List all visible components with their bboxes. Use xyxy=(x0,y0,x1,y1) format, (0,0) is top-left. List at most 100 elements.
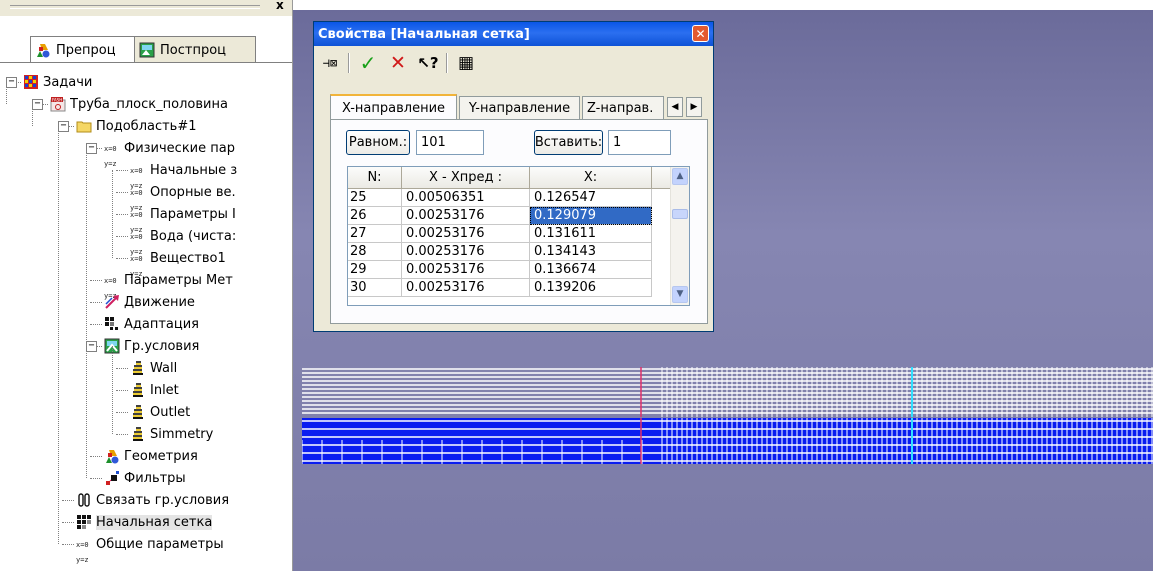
tab-z-direction[interactable]: Z-направ. xyxy=(582,96,664,120)
tab-y-direction[interactable]: Y-направление xyxy=(459,96,580,120)
table-cell[interactable]: 0.139206 xyxy=(530,279,652,297)
pin-button[interactable]: ⊣⊠ xyxy=(318,52,342,74)
tree-node[interactable]: Outlet xyxy=(130,402,190,422)
tree-guide-line xyxy=(32,104,33,126)
tree-node[interactable]: x=0 y=z Вода (чиста: xyxy=(130,226,237,256)
table-cell[interactable]: 0.134143 xyxy=(530,243,652,261)
tree-node-label: Геометрия xyxy=(124,448,198,464)
tree-node[interactable]: Simmetry xyxy=(130,424,213,444)
table-cell[interactable]: 26 xyxy=(348,207,402,225)
tree-connector xyxy=(116,192,128,193)
table-cell[interactable]: 27 xyxy=(348,225,402,243)
tree-node-label: Параметры Мет xyxy=(124,272,233,288)
panel-close-button[interactable]: x xyxy=(276,0,284,12)
apply-button[interactable]: ✓ xyxy=(356,51,380,75)
tree-node[interactable]: x=0 y=z Вещество1 xyxy=(130,248,226,278)
grid-dots-icon: ▦ xyxy=(457,53,475,73)
filter-icon xyxy=(104,470,120,486)
uniform-button[interactable]: Равном.: xyxy=(346,130,410,155)
tree-node[interactable]: Подобласть#1 xyxy=(76,116,197,136)
nodes-table[interactable]: N: X - Xпред : X: 25 0.00506351 0.126547 26… xyxy=(347,166,690,306)
tree-node[interactable]: Фильтры xyxy=(104,468,186,488)
uniform-count-input[interactable]: 101 xyxy=(416,130,484,155)
table-cell[interactable]: 0.00253176 xyxy=(402,279,530,297)
table-cell[interactable]: 0.00253176 xyxy=(402,225,530,243)
table-cell[interactable]: 0.126547 xyxy=(530,189,652,207)
tree-node[interactable]: FASH Труба_плоск_половина xyxy=(50,94,228,114)
tree-node[interactable]: x=0 y=z Физические пар xyxy=(104,138,235,168)
tree-node[interactable]: Начальная сетка xyxy=(76,512,213,532)
insert-count-input[interactable]: 1 xyxy=(608,130,671,155)
tree-node[interactable]: Inlet xyxy=(130,380,179,400)
tab-preproc[interactable]: Препроц xyxy=(30,36,140,63)
help-button[interactable]: ↖? xyxy=(416,52,440,74)
tree-node-label: Связать гр.условия xyxy=(96,492,230,508)
tree-node[interactable]: x=0 y=z Параметры Мет xyxy=(104,270,233,300)
project-tree-panel: x Препроц Постпроц − Задачи − FASH Труба_пло… xyxy=(0,0,293,571)
table-cell[interactable]: 25 xyxy=(348,189,402,207)
table-cell[interactable]: 0.131611 xyxy=(530,225,652,243)
table-row[interactable]: 26 0.00253176 0.129079 xyxy=(348,207,670,225)
table-row[interactable]: 30 0.00253176 0.139206 xyxy=(348,279,670,297)
tree-node[interactable]: x=0 y=z Опорные ве. xyxy=(130,182,236,212)
tree-node-label: Опорные ве. xyxy=(150,184,236,200)
table-row[interactable]: 25 0.00506351 0.126547 xyxy=(348,189,670,207)
tree-node-label: Физические пар xyxy=(124,140,235,156)
dialog-title-bar[interactable]: Свойства [Начальная сетка] ✕ xyxy=(314,22,713,46)
table-cell[interactable]: 0.00253176 xyxy=(402,243,530,261)
table-row[interactable]: 28 0.00253176 0.134143 xyxy=(348,243,670,261)
table-cell[interactable]: 30 xyxy=(348,279,402,297)
table-cell[interactable]: 0.00253176 xyxy=(402,261,530,279)
tree-node[interactable]: Связать гр.условия xyxy=(76,490,229,510)
tree-node-label: Начальная сетка xyxy=(96,514,213,530)
tab-x-direction[interactable]: X-направление xyxy=(330,94,457,120)
tab-scroll-left-button[interactable]: ◀ xyxy=(667,97,683,117)
table-row[interactable]: 27 0.00253176 0.131611 xyxy=(348,225,670,243)
tree-node[interactable]: Геометрия xyxy=(104,446,198,466)
tree-node[interactable]: Адаптация xyxy=(104,314,199,334)
shapes-icon xyxy=(35,42,51,58)
table-cell[interactable]: 28 xyxy=(348,243,402,261)
table-row[interactable]: 29 0.00253176 0.136674 xyxy=(348,261,670,279)
column-header-dx[interactable]: X - Xпред : xyxy=(402,167,530,189)
column-header-x[interactable]: X: xyxy=(530,167,652,189)
tree-expander[interactable]: − xyxy=(58,121,69,132)
table-cell[interactable]: 0.136674 xyxy=(530,261,652,279)
insert-button[interactable]: Вставить: xyxy=(534,130,603,155)
scroll-thumb[interactable] xyxy=(672,209,688,219)
grid-icon xyxy=(23,74,39,90)
tab-postproc[interactable]: Постпроц xyxy=(134,36,256,63)
table-cell[interactable]: 0.00253176 xyxy=(402,207,530,225)
tree-node[interactable]: Движение xyxy=(104,292,195,312)
grid-dots-icon xyxy=(76,514,92,530)
tree-connector xyxy=(62,544,74,545)
tree-node[interactable]: x=0 y=z Начальные з xyxy=(130,160,237,190)
tree-node[interactable]: Wall xyxy=(130,358,177,378)
tree-node-label: Вода (чиста: xyxy=(150,228,237,244)
tab-scroll-right-button[interactable]: ▶ xyxy=(686,97,702,117)
tree-expander[interactable]: − xyxy=(86,341,97,352)
tree-node-label: Wall xyxy=(150,360,178,376)
cancel-button[interactable]: ✕ xyxy=(386,52,410,74)
table-cell[interactable]: 0.00506351 xyxy=(402,189,530,207)
tree-expander[interactable]: − xyxy=(6,77,17,88)
grid-button[interactable]: ▦ xyxy=(454,52,478,74)
scroll-down-button[interactable]: ▼ xyxy=(672,286,688,303)
scroll-up-button[interactable]: ▲ xyxy=(672,168,688,185)
xy-params-icon: x=0 y=z xyxy=(76,541,89,564)
tree-guide-line xyxy=(6,82,7,104)
column-header-n[interactable]: N: xyxy=(348,167,402,189)
table-vertical-scrollbar[interactable]: ▲ ▼ xyxy=(670,167,689,305)
table-cell[interactable]: 29 xyxy=(348,261,402,279)
tree-node[interactable]: Задачи xyxy=(23,72,92,92)
tree-node[interactable]: Гр.условия xyxy=(104,336,199,356)
tree-node[interactable]: x=0 y=z Общие параметры xyxy=(76,534,224,564)
tree-node[interactable]: x=0 y=z Параметры I xyxy=(130,204,236,234)
adaptation-grid-icon xyxy=(104,316,120,332)
link-icon xyxy=(76,492,92,508)
table-cell[interactable]: 0.129079 xyxy=(530,207,652,225)
dialog-close-button[interactable]: ✕ xyxy=(692,25,709,42)
tree-expander[interactable]: − xyxy=(32,99,43,110)
tree-expander[interactable]: − xyxy=(86,143,97,154)
folder-icon xyxy=(76,118,92,134)
